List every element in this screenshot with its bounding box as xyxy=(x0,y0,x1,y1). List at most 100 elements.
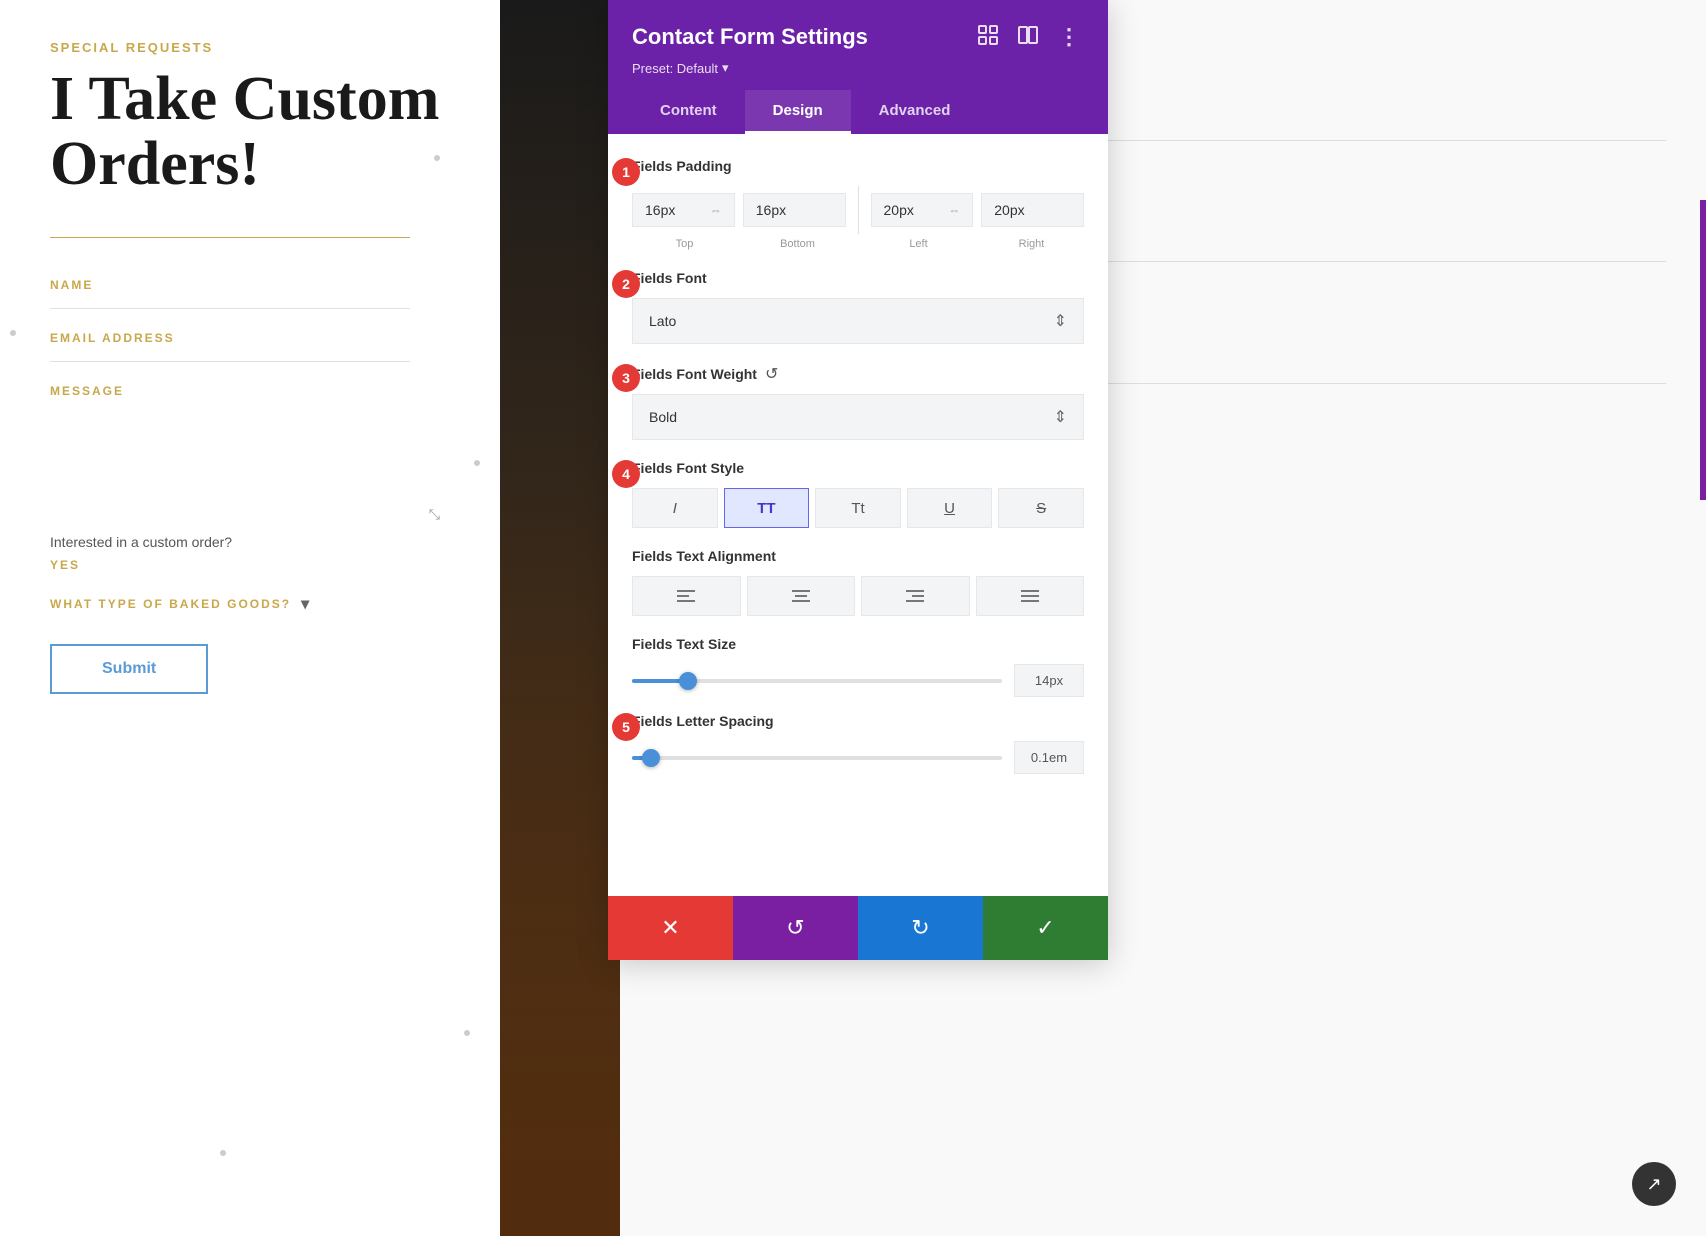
step-badge-5: 5 xyxy=(612,713,640,741)
step-badge-2: 2 xyxy=(612,270,640,298)
link-icon-1: ⇔ xyxy=(710,203,722,218)
settings-panel: Contact Form Settings ⋮ Preset: Default … xyxy=(608,0,1108,960)
fw-label-row: Fields Font Weight ↺ xyxy=(632,364,1084,384)
fields-font-weight-select[interactable]: Bold ⇕ xyxy=(632,394,1084,440)
email-label: EMAIL ADDRESS xyxy=(50,331,450,345)
letter-spacing-slider-row: 0.1em xyxy=(632,741,1084,774)
undo-icon: ↺ xyxy=(786,915,804,941)
special-requests-label: SPECIAL REQUESTS xyxy=(50,40,450,55)
capitalize-style-btn[interactable]: Tt xyxy=(815,488,901,528)
align-left-btn[interactable] xyxy=(632,576,741,616)
align-justify-btn[interactable] xyxy=(976,576,1085,616)
action-bar: ✕ ↺ ↻ ✓ xyxy=(608,896,1108,960)
fields-font-value: Lato xyxy=(649,313,676,329)
align-center-btn[interactable] xyxy=(747,576,856,616)
step-badge-1: 1 xyxy=(612,158,640,186)
bottom-padding-group xyxy=(743,193,846,227)
padding-inputs-row: ⇔ ⇔ xyxy=(632,186,1084,234)
baked-goods-label: WHAT TYPE OF BAKED GOODS? xyxy=(50,597,291,611)
reset-icon[interactable]: ↺ xyxy=(765,364,778,384)
letter-spacing-value-box: 0.1em xyxy=(1014,741,1084,774)
strikethrough-style-btn[interactable]: S xyxy=(998,488,1084,528)
undo-button[interactable]: ↺ xyxy=(733,896,858,960)
columns-icon[interactable] xyxy=(1014,21,1042,54)
preset-label: Preset: Default xyxy=(632,61,718,76)
padding-divider xyxy=(858,186,859,234)
dropdown-arrow-icon: ▾ xyxy=(301,594,311,614)
underline-style-btn[interactable]: U xyxy=(907,488,993,528)
baked-goods-dropdown[interactable]: WHAT TYPE OF BAKED GOODS? ▾ xyxy=(50,594,450,614)
text-size-slider-track[interactable] xyxy=(632,679,1002,683)
redo-button[interactable]: ↻ xyxy=(858,896,983,960)
decoration-dot xyxy=(10,330,16,336)
fields-letter-spacing-heading: Fields Letter Spacing xyxy=(632,713,1084,729)
left-label: Left xyxy=(866,238,971,250)
top-padding-group: ⇔ xyxy=(632,193,735,227)
redo-icon: ↻ xyxy=(911,915,929,941)
italic-style-btn[interactable]: I xyxy=(632,488,718,528)
panel-title: Contact Form Settings xyxy=(632,24,868,50)
cancel-icon: ✕ xyxy=(661,915,679,941)
right-padding-input[interactable] xyxy=(994,202,1071,218)
help-icon: ↗ xyxy=(1646,1174,1661,1195)
link-icon-2: ⇔ xyxy=(948,203,960,218)
yes-label: YES xyxy=(50,558,450,572)
top-padding-input[interactable] xyxy=(645,202,706,218)
panel-header: Contact Form Settings ⋮ Preset: Default … xyxy=(608,0,1108,134)
cancel-button[interactable]: ✕ xyxy=(608,896,733,960)
preset-arrow-icon: ▾ xyxy=(722,60,729,76)
submit-button[interactable]: Submit xyxy=(50,644,208,694)
right-padding-group xyxy=(981,193,1084,227)
fields-text-alignment-heading: Fields Text Alignment xyxy=(632,548,1084,564)
fields-font-select[interactable]: Lato ⇕ xyxy=(632,298,1084,344)
tab-content[interactable]: Content xyxy=(632,90,745,134)
padding-labels-row: Top Bottom Left Right xyxy=(632,238,1084,250)
fields-padding-heading: Fields Padding xyxy=(632,158,1084,174)
message-label: MESSAGE xyxy=(50,384,450,398)
fields-font-weight-heading: Fields Font Weight xyxy=(632,366,757,382)
save-icon: ✓ xyxy=(1036,915,1054,941)
fields-letter-spacing-section: 5 Fields Letter Spacing 0.1em xyxy=(632,713,1084,774)
help-fab[interactable]: ↗ xyxy=(1632,1162,1676,1206)
message-area: ⤡ xyxy=(50,414,450,534)
text-size-slider-thumb[interactable] xyxy=(679,672,697,690)
tab-advanced[interactable]: Advanced xyxy=(851,90,979,134)
bottom-label: Bottom xyxy=(745,238,850,250)
right-label: Right xyxy=(979,238,1084,250)
text-size-slider-row: 14px xyxy=(632,664,1084,697)
fields-font-heading: Fields Font xyxy=(632,270,1084,286)
panel-title-row: Contact Form Settings ⋮ xyxy=(632,20,1084,54)
middle-image xyxy=(500,0,620,1236)
step-badge-3: 3 xyxy=(612,364,640,392)
letter-spacing-slider-thumb[interactable] xyxy=(642,749,660,767)
accent-bar xyxy=(1700,200,1706,500)
fields-font-weight-section: 3 Fields Font Weight ↺ Bold ⇕ xyxy=(632,364,1084,440)
bottom-padding-input[interactable] xyxy=(756,202,833,218)
text-size-value-box: 14px xyxy=(1014,664,1084,697)
save-button[interactable]: ✓ xyxy=(983,896,1108,960)
decoration-dot xyxy=(434,155,440,161)
select-arrows-icon: ⇕ xyxy=(1054,311,1067,331)
resize-icon: ⤡ xyxy=(429,508,440,524)
left-padding-input[interactable] xyxy=(884,202,945,218)
tab-design[interactable]: Design xyxy=(745,90,851,134)
divider xyxy=(50,237,410,238)
fields-font-weight-value: Bold xyxy=(649,409,677,425)
panel-preset[interactable]: Preset: Default ▾ xyxy=(632,60,1084,76)
letter-spacing-slider-track[interactable] xyxy=(632,756,1002,760)
more-options-icon[interactable]: ⋮ xyxy=(1054,20,1084,54)
fields-padding-section: 1 Fields Padding ⇔ ⇔ xyxy=(632,158,1084,250)
interested-text: Interested in a custom order? xyxy=(50,534,450,550)
top-label: Top xyxy=(632,238,737,250)
select-arrows-icon-2: ⇕ xyxy=(1054,407,1067,427)
image-overlay xyxy=(500,494,620,1236)
align-right-btn[interactable] xyxy=(861,576,970,616)
fields-text-alignment-section: Fields Text Alignment xyxy=(632,548,1084,616)
fields-font-style-heading: Fields Font Style xyxy=(632,460,1084,476)
uppercase-style-btn[interactable]: TT xyxy=(724,488,810,528)
hero-title: I Take Custom Orders! xyxy=(50,67,450,197)
step-badge-4: 4 xyxy=(612,460,640,488)
alignment-buttons-group xyxy=(632,576,1084,616)
fields-text-size-section: Fields Text Size 14px xyxy=(632,636,1084,697)
fullscreen-icon[interactable] xyxy=(974,21,1002,54)
